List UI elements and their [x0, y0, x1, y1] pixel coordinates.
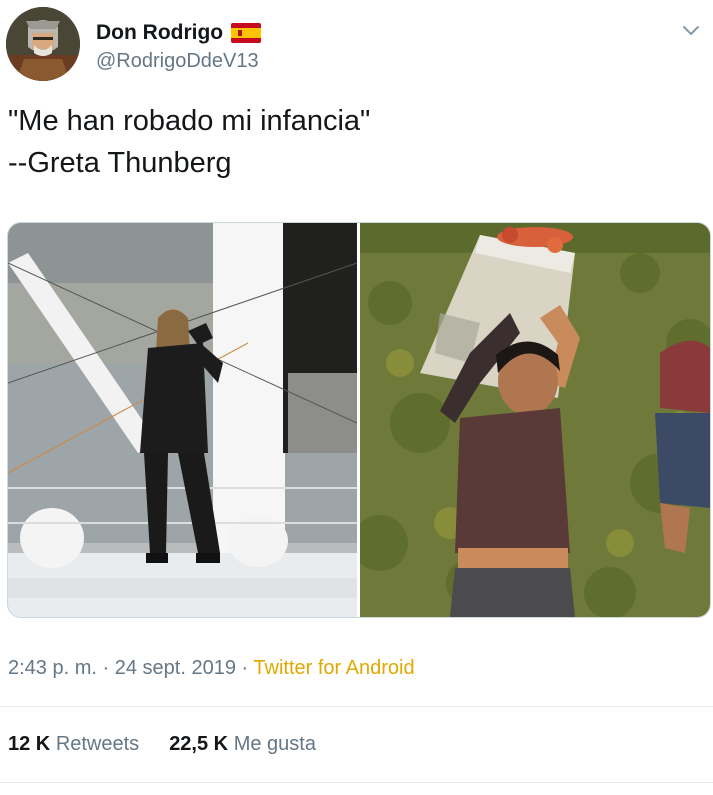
name-row: Don Rodrigo [96, 21, 262, 45]
tweet-text: "Me han robado mi infancia" --Greta Thun… [8, 105, 371, 179]
likes-count: 22,5 K [169, 733, 229, 755]
tweet-time[interactable]: 2:43 p. m. [8, 657, 97, 679]
likes-label: Me gusta [233, 733, 316, 755]
tweet-meta: 2:43 p. m. · 24 sept. 2019 · Twitter for… [8, 657, 415, 680]
photo-sailboat[interactable] [8, 223, 358, 617]
divider-bottom [0, 782, 713, 783]
tweet-source-link[interactable]: Twitter for Android [253, 657, 414, 679]
tweet-header: Don Rodrigo @RodrigoDdeV13 [6, 7, 706, 83]
display-name[interactable]: Don Rodrigo [96, 21, 223, 45]
meta-separator: · [102, 657, 110, 679]
likes-stat[interactable]: 22,5 K Me gusta [169, 733, 316, 756]
tweet-media [7, 222, 711, 618]
tweet-stats: 12 K Retweets 22,5 K Me gusta [8, 733, 316, 756]
divider-top [0, 706, 713, 707]
avatar[interactable] [6, 7, 80, 81]
retweets-label: Retweets [55, 733, 140, 755]
spain-flag-icon [231, 23, 262, 43]
chevron-down-icon[interactable] [680, 19, 702, 41]
retweets-stat[interactable]: 12 K Retweets [8, 733, 139, 756]
user-handle[interactable]: @RodrigoDdeV13 [96, 50, 259, 73]
retweets-count: 12 K [8, 733, 51, 755]
photo-field-worker[interactable] [352, 223, 710, 617]
knight-avatar-icon [6, 7, 80, 81]
meta-separator-2: · [241, 657, 249, 679]
tweet-date[interactable]: 24 sept. 2019 [115, 657, 236, 679]
